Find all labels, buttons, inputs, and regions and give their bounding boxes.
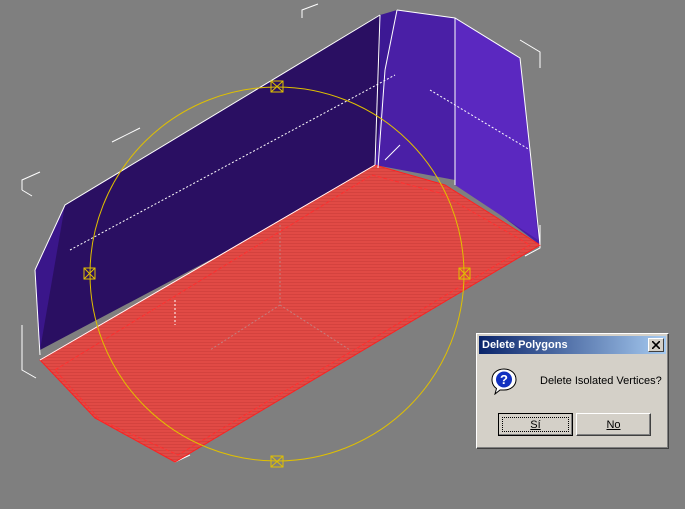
close-icon: [652, 341, 660, 349]
delete-polygons-dialog[interactable]: Delete Polygons ? Delete Isolated Vertic…: [476, 333, 669, 449]
question-icon: ?: [491, 368, 517, 395]
dialog-titlebar[interactable]: Delete Polygons: [479, 336, 666, 354]
close-button[interactable]: [648, 338, 664, 352]
no-button-label: No: [606, 418, 621, 431]
yes-button[interactable]: Sí: [498, 413, 573, 436]
focus-rect: [502, 417, 569, 432]
dialog-title: Delete Polygons: [482, 339, 568, 351]
svg-text:?: ?: [500, 372, 508, 387]
dialog-message: Delete Isolated Vertices?: [540, 375, 662, 387]
no-button[interactable]: No: [576, 413, 651, 436]
